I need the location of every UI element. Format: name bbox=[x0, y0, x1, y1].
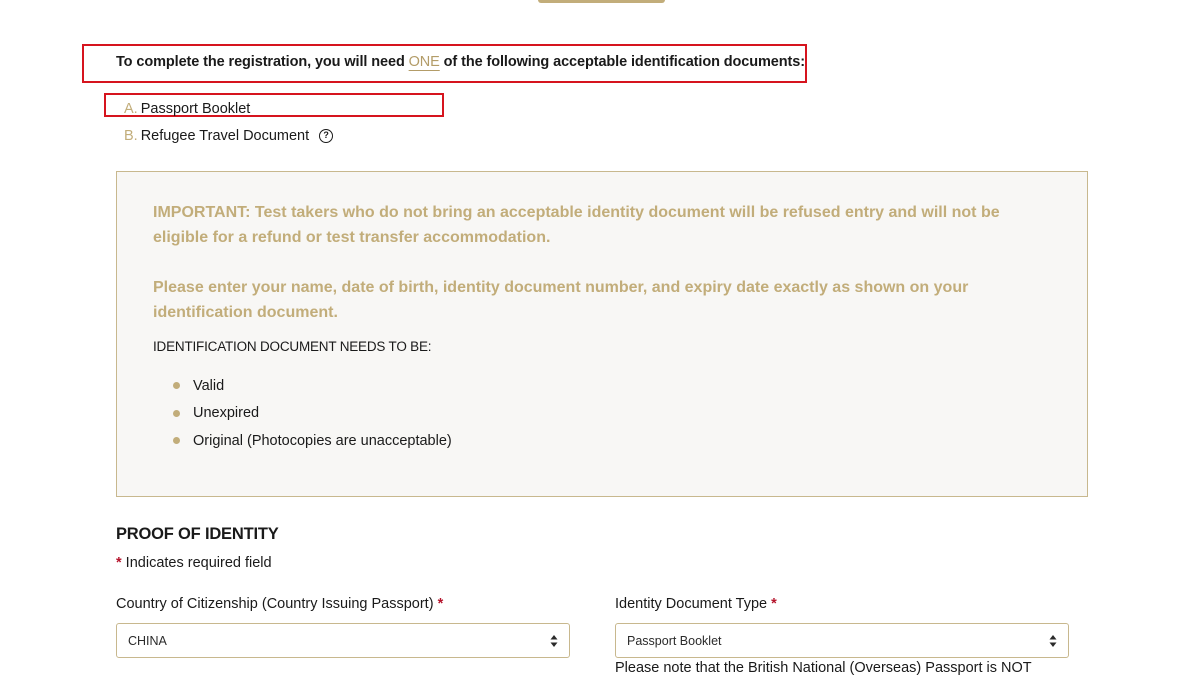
country-label: Country of Citizenship (Country Issuing … bbox=[116, 596, 443, 612]
required-asterisk: * bbox=[437, 596, 444, 612]
required-note-text: Indicates required field bbox=[121, 555, 272, 571]
idtype-select[interactable]: Passport Booklet bbox=[615, 623, 1069, 658]
document-option-a: A. Passport Booklet bbox=[124, 95, 333, 122]
idtype-label: Identity Document Type * bbox=[615, 596, 777, 612]
idtype-help-text: Please note that the British National (O… bbox=[615, 660, 1032, 676]
document-options-list: A. Passport Booklet B. Refugee Travel Do… bbox=[124, 95, 334, 149]
option-letter: A. bbox=[124, 100, 138, 117]
document-option-b: B. Refugee Travel Document ? bbox=[124, 122, 334, 149]
option-label: Passport Booklet bbox=[140, 100, 251, 117]
country-label-text: Country of Citizenship (Country Issuing … bbox=[116, 596, 434, 612]
important-text: IMPORTANT: Test takers who do not bring … bbox=[153, 204, 1000, 246]
intro-text: To complete the registration, you will n… bbox=[116, 54, 805, 70]
requirement-item: Unexpired bbox=[173, 400, 1051, 428]
intro-before: To complete the registration, you will n… bbox=[116, 54, 409, 70]
proof-of-identity-title: PROOF OF IDENTITY bbox=[116, 525, 279, 543]
instruction-text: Please enter your name, date of birth, i… bbox=[153, 279, 969, 321]
option-letter: B. bbox=[124, 127, 138, 144]
requirement-item: Valid bbox=[173, 372, 1051, 400]
required-field-note: * Indicates required field bbox=[116, 555, 272, 571]
question-circle-icon[interactable]: ? bbox=[319, 128, 334, 143]
intro-emphasis: ONE bbox=[408, 54, 440, 70]
country-select-value: CHINA bbox=[128, 633, 167, 648]
idtype-select-value: Passport Booklet bbox=[627, 633, 722, 648]
sort-caret-icon bbox=[550, 635, 558, 647]
top-button-edge[interactable] bbox=[538, 0, 665, 3]
intro-after: of the following acceptable identificati… bbox=[439, 54, 805, 70]
option-label: Refugee Travel Document bbox=[140, 127, 310, 144]
requirements-heading: IDENTIFICATION DOCUMENT NEEDS TO BE: bbox=[153, 339, 432, 354]
country-select[interactable]: CHINA bbox=[116, 623, 570, 658]
important-notice-box: IMPORTANT: Test takers who do not bring … bbox=[116, 171, 1088, 497]
required-asterisk: * bbox=[771, 596, 777, 612]
sort-caret-icon bbox=[1049, 635, 1057, 647]
registration-page: To complete the registration, you will n… bbox=[0, 0, 1188, 681]
requirement-item: Original (Photocopies are unacceptable) bbox=[173, 427, 1051, 455]
idtype-label-text: Identity Document Type bbox=[615, 596, 768, 612]
requirements-list: Valid Unexpired Original (Photocopies ar… bbox=[153, 372, 1051, 455]
